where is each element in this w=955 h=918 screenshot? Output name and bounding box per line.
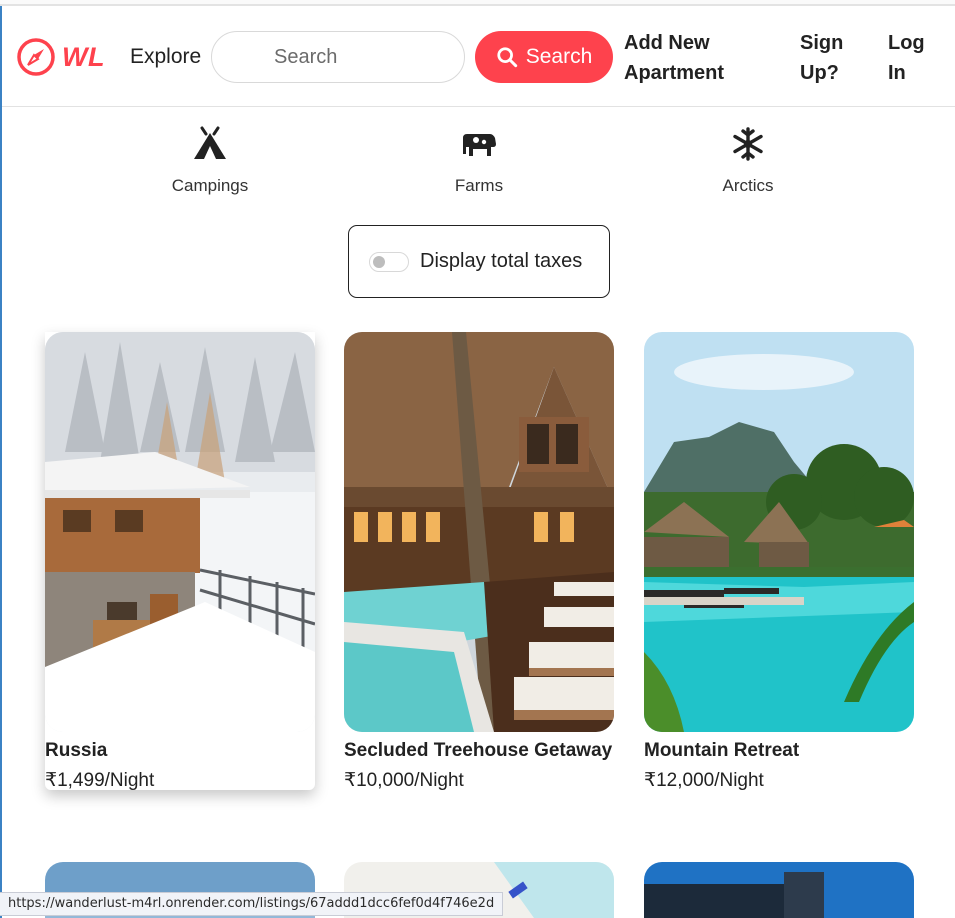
listing-price: ₹12,000/Night	[644, 770, 764, 791]
snowflake-icon	[733, 127, 763, 161]
search-button-label: Search	[525, 45, 593, 68]
compass-icon	[17, 38, 55, 76]
tax-toggle: Display total taxes	[348, 225, 610, 298]
listing-card[interactable]: Mountain Retreat ₹12,000/Night	[644, 332, 914, 796]
search-icon	[497, 47, 517, 68]
cow-icon	[463, 134, 496, 156]
filter-label: Arctics	[722, 176, 774, 195]
tax-toggle-label[interactable]: Display total taxes	[420, 250, 582, 273]
listing-price: ₹1,499/Night	[45, 770, 155, 791]
tent-icon	[194, 126, 226, 159]
listing-price: ₹10,000/Night	[344, 770, 464, 791]
listing-card[interactable]	[644, 862, 914, 918]
listing-image	[644, 862, 914, 918]
listing-card[interactable]: Russia ₹1,499/Night	[45, 332, 315, 791]
listing-image	[45, 332, 315, 732]
listing-title: Secluded Treehouse Getaway	[344, 740, 613, 761]
listing-title: Mountain Retreat	[644, 740, 800, 761]
window-edge	[0, 0, 2, 918]
sign-up-link[interactable]: Sign Up?	[800, 28, 860, 88]
filter-label: Campings	[171, 176, 249, 195]
search-button[interactable]: Search	[475, 31, 613, 83]
brand-logo-text: WL	[62, 41, 105, 72]
listing-image	[644, 332, 914, 732]
status-bar-url: https://wanderlust-m4rl.onrender.com/lis…	[0, 892, 504, 916]
browser-top-edge	[0, 0, 955, 6]
filter-farms[interactable]: Farms	[409, 126, 549, 196]
filter-campings[interactable]: Campings	[140, 126, 280, 196]
tax-switch[interactable]	[369, 251, 409, 272]
search-input[interactable]	[211, 31, 465, 83]
explore-link[interactable]: Explore	[130, 45, 201, 69]
listing-card[interactable]: Secluded Treehouse Getaway ₹10,000/Night	[344, 332, 614, 796]
log-in-link[interactable]: Log In	[888, 28, 938, 88]
brand-logo[interactable]: WL	[16, 37, 105, 77]
add-apartment-link[interactable]: Add New Apartment	[624, 28, 764, 88]
navbar: WL Explore Search Add New Apartment Sign…	[2, 7, 955, 107]
listing-title: Russia	[45, 740, 108, 761]
listing-image	[344, 332, 614, 732]
filter-arctics[interactable]: Arctics	[678, 126, 818, 196]
filter-label: Farms	[454, 176, 504, 195]
